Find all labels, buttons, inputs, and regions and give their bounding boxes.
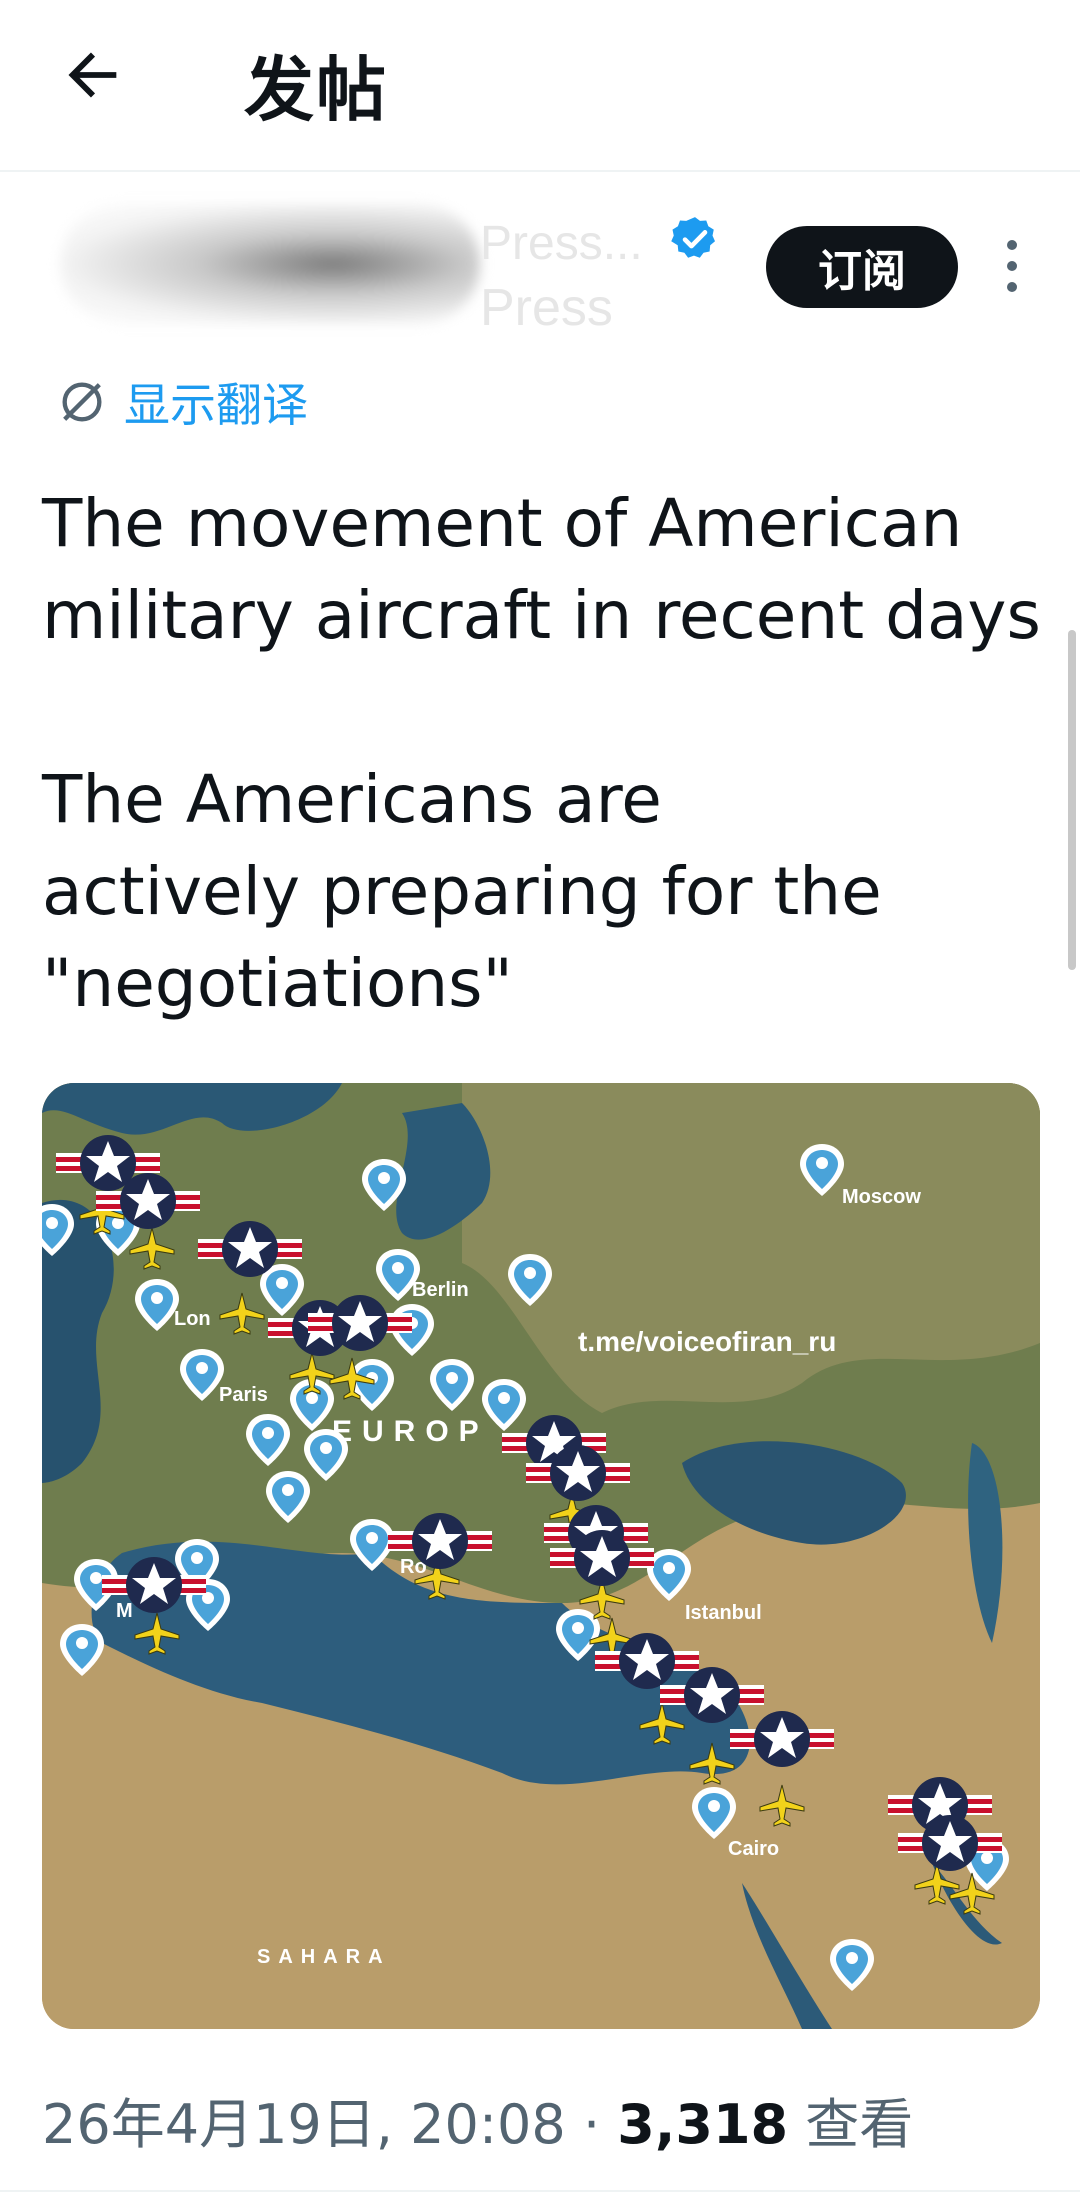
page-title: 发帖 [244,51,388,129]
author-name-fragment: Press... [480,217,643,270]
top-bar: 发帖 [0,0,1080,172]
map-label-madrid: M [116,1600,133,1622]
map-label-europe: EUROP [332,1415,489,1448]
blurred-author-name [60,204,480,324]
scrollbar[interactable] [1068,630,1076,970]
post-date: 26年4月19日 [42,2093,376,2156]
map-watermark: t.me/voiceofiran_ru [578,1326,836,1357]
tweet-text: The movement of American military aircra… [42,485,1041,1022]
show-translation-link[interactable]: 显示翻译 [56,372,308,432]
translate-icon [62,382,102,422]
map-label-london: Lon [174,1308,211,1330]
post-meta: 26年4月19日, 20:08 · 3,318 查看 [42,2093,914,2156]
meta-separator: · [582,2093,601,2156]
author-info[interactable]: Press... Press [40,196,650,346]
subscribe-button[interactable]: 订阅 [766,226,958,308]
map-label-istanbul: Istanbul [685,1602,762,1624]
post-time: 20:08 [410,2093,566,2156]
map-label-berlin: Berlin [412,1279,469,1301]
arrow-left-icon[interactable] [58,40,128,110]
author-handle-fragment: Press [480,279,613,337]
tweet-image-map[interactable]: Moscow Berlin Lon Paris EUROP Ro M Istan… [42,1083,1040,2029]
map-label-moscow: Moscow [842,1186,921,1208]
view-label: 查看 [805,2093,914,2156]
more-options-icon[interactable] [996,240,1028,300]
map-label-paris: Paris [219,1384,268,1406]
map-label-cairo: Cairo [728,1838,779,1860]
map-label-sahara: SAHARA [257,1946,391,1968]
show-translation-label: 显示翻译 [124,378,308,432]
view-count[interactable]: 3,318 [617,2093,788,2156]
divider [0,2190,1080,2192]
verified-badge-icon [671,217,715,258]
